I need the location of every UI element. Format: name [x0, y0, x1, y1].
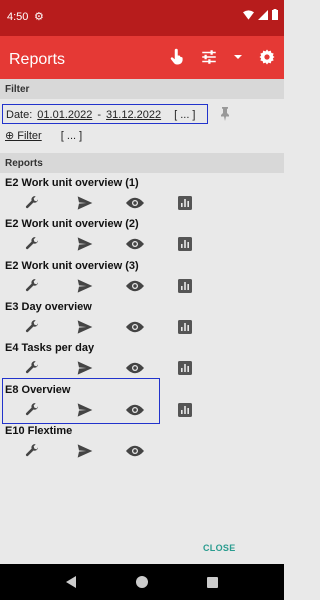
recents-icon[interactable]	[207, 576, 219, 588]
reports-section-header: Reports	[0, 153, 284, 173]
date-range-row[interactable]: Date: 01.01.2022 - 31.12.2022 [ ... ]	[6, 109, 196, 121]
report-name[interactable]: E2 Work unit overview (3)	[5, 260, 139, 272]
filter-header-label: Filter	[5, 84, 30, 95]
status-bar: 4:50 ⚙	[0, 0, 284, 36]
signal-icon	[258, 9, 268, 20]
report-name[interactable]: E3 Day overview	[5, 301, 92, 313]
tune-icon[interactable]	[200, 48, 218, 66]
date-from-link[interactable]: 01.01.2022	[37, 109, 92, 121]
wrench-icon[interactable]	[23, 359, 41, 377]
report-name[interactable]: E2 Work unit overview (1)	[5, 177, 139, 189]
battery-icon	[272, 9, 278, 20]
send-icon[interactable]	[76, 359, 94, 377]
eye-icon[interactable]	[126, 235, 144, 253]
report-actions	[23, 318, 194, 336]
report-name[interactable]: E8 Overview	[5, 384, 70, 396]
back-icon[interactable]	[65, 576, 77, 588]
touch-icon[interactable]	[168, 48, 186, 66]
report-name[interactable]: E4 Tasks per day	[5, 342, 94, 354]
close-button[interactable]: CLOSE	[203, 543, 236, 553]
date-separator: -	[97, 109, 102, 121]
send-icon[interactable]	[76, 442, 94, 460]
report-actions	[23, 235, 194, 253]
wifi-icon	[243, 9, 254, 20]
page-title: Reports	[9, 51, 66, 68]
eye-icon[interactable]	[126, 442, 144, 460]
app-bar-actions	[168, 48, 276, 66]
send-icon[interactable]	[76, 194, 94, 212]
chart-icon[interactable]	[176, 194, 194, 212]
system-nav-bar	[0, 564, 284, 600]
wrench-icon[interactable]	[23, 277, 41, 295]
send-icon[interactable]	[76, 235, 94, 253]
report-actions	[23, 359, 194, 377]
report-actions	[23, 401, 194, 419]
filter-row: ⊕ Filter [ ... ]	[5, 129, 82, 142]
wrench-icon[interactable]	[23, 442, 41, 460]
status-time: 4:50	[7, 11, 29, 23]
home-icon[interactable]	[135, 576, 148, 588]
settings-icon[interactable]	[258, 48, 276, 66]
chart-icon[interactable]	[176, 277, 194, 295]
date-to-link[interactable]: 31.12.2022	[106, 109, 161, 121]
send-icon[interactable]	[76, 277, 94, 295]
reports-header-label: Reports	[5, 158, 43, 169]
report-actions	[23, 194, 194, 212]
filter-link[interactable]: ⊕ Filter	[5, 130, 42, 142]
dropdown-arrow-icon[interactable]	[232, 48, 244, 66]
eye-icon[interactable]	[126, 318, 144, 336]
eye-icon[interactable]	[126, 194, 144, 212]
report-actions	[23, 442, 176, 460]
filter-section-header: Filter	[0, 79, 284, 99]
chart-icon[interactable]	[176, 401, 194, 419]
date-label: Date:	[6, 109, 33, 121]
system-icons	[243, 9, 278, 20]
eye-icon[interactable]	[126, 359, 144, 377]
chart-icon[interactable]	[176, 235, 194, 253]
send-icon[interactable]	[76, 401, 94, 419]
eye-icon[interactable]	[126, 277, 144, 295]
report-name[interactable]: E2 Work unit overview (2)	[5, 218, 139, 230]
wrench-icon[interactable]	[23, 401, 41, 419]
filter-more-link[interactable]: [ ... ]	[61, 130, 82, 142]
date-more-link[interactable]: [ ... ]	[174, 109, 195, 121]
wrench-icon[interactable]	[23, 235, 41, 253]
wrench-icon[interactable]	[23, 194, 41, 212]
report-name[interactable]: E10 Flextime	[5, 425, 72, 437]
pin-icon[interactable]	[219, 107, 231, 124]
report-actions	[23, 277, 194, 295]
chart-icon[interactable]	[176, 359, 194, 377]
wrench-icon[interactable]	[23, 318, 41, 336]
chart-icon[interactable]	[176, 318, 194, 336]
status-gear-icon: ⚙	[34, 11, 44, 23]
app-bar: Reports	[0, 36, 284, 80]
eye-icon[interactable]	[126, 401, 144, 419]
send-icon[interactable]	[76, 318, 94, 336]
